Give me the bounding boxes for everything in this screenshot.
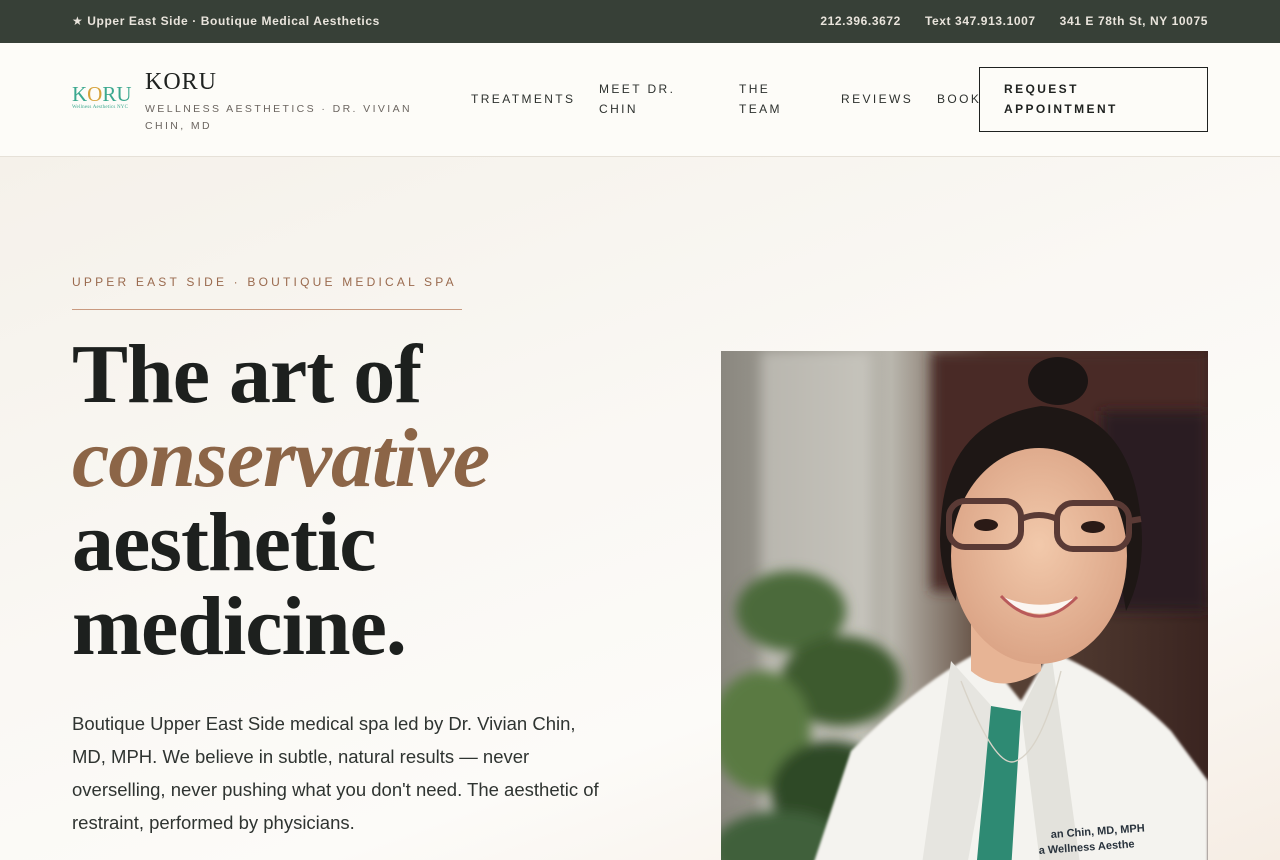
address-link[interactable]: 341 E 78th St, NY 10075 [1060,14,1208,28]
nav-book[interactable]: BOOK [937,89,981,109]
topbar-tagline: ★ Upper East Side · Boutique Medical Aes… [72,14,380,28]
brand-name[interactable]: KORU [145,69,217,96]
request-appointment-button[interactable]: REQUEST APPOINTMENT [979,67,1208,132]
nav-reviews[interactable]: REVIEWS [841,89,913,109]
top-bar: ★ Upper East Side · Boutique Medical Aes… [0,0,1280,43]
brand-tagline: WELLNESS AESTHETICS · DR. VIVIAN CHIN, M… [145,103,413,132]
logo-subtext: Wellness Aesthetics NYC [72,105,129,110]
nav-treatments[interactable]: TREATMENTS [471,89,575,109]
hero-eyebrow: UPPER EAST SIDE · BOUTIQUE MEDICAL SPA [72,275,457,289]
koru-logo[interactable]: KORU Wellness Aesthetics NYC [72,83,132,113]
nav-meet-dr-chin[interactable]: MEET DR. CHIN [599,79,699,119]
headline-line-1: The art of [72,328,422,421]
logo-wordmark: KORU [72,82,132,106]
headline-accent: conservative [72,412,490,505]
site-header: KORU Wellness Aesthetics NYC KORU WELLNE… [0,43,1280,157]
headline-line-3: aesthetic [72,496,377,589]
headline-line-4: medicine. [72,580,407,673]
eyebrow-divider [72,309,462,310]
topbar-contacts: 212.396.3672 Text 347.913.1007 341 E 78t… [820,14,1208,28]
nav-the-team[interactable]: THE TEAM [739,79,811,119]
text-link[interactable]: Text 347.913.1007 [925,14,1036,28]
phone-link[interactable]: 212.396.3672 [820,14,901,28]
hero-section: UPPER EAST SIDE · BOUTIQUE MEDICAL SPA T… [0,157,1280,860]
hero-headline: The art of conservative aesthetic medici… [72,328,490,673]
hero-description: Boutique Upper East Side medical spa led… [72,713,599,833]
doctor-portrait: an Chin, MD, MPH a Wellness Aesthe [721,351,1208,860]
